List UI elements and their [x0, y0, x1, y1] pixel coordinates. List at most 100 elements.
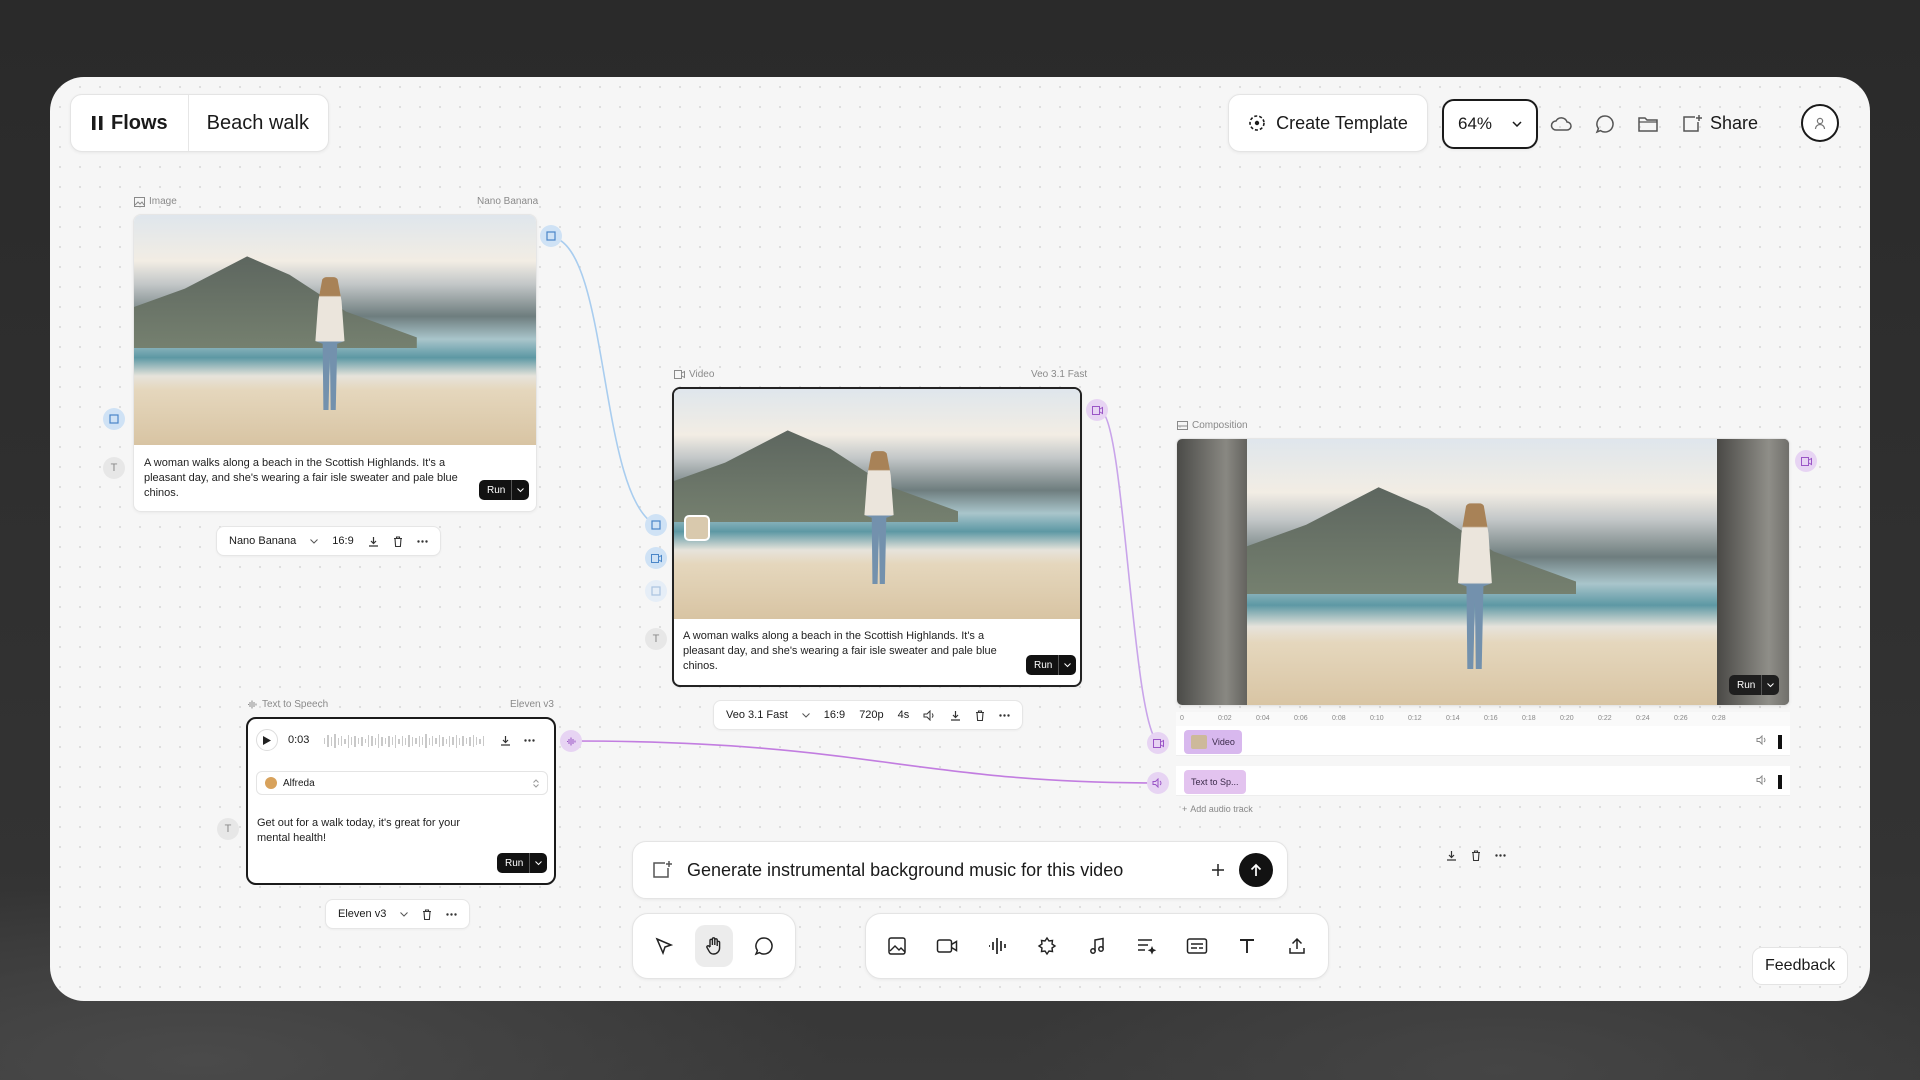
image-run-button[interactable]: Run	[479, 480, 530, 500]
video-resolution-select[interactable]: 720p	[859, 709, 883, 721]
audio-clip-label: Text to Sp...	[1191, 777, 1239, 787]
volume-icon[interactable]	[1756, 775, 1768, 785]
hand-tool[interactable]	[695, 925, 733, 967]
add-image-node[interactable]	[878, 925, 916, 967]
canvas[interactable]: Flows Beach walk Create Template 64% Sha…	[50, 77, 1870, 1001]
cursor-icon	[655, 937, 673, 955]
image-node-card[interactable]: A woman walks along a beach in the Scott…	[133, 214, 537, 512]
send-button[interactable]	[1239, 853, 1273, 887]
run-label: Run	[487, 484, 506, 496]
video-clip[interactable]: Video	[1184, 730, 1242, 754]
image-model-select[interactable]: Nano Banana	[229, 535, 296, 547]
zoom-select[interactable]: 64%	[1442, 99, 1538, 149]
audio-track[interactable]: Text to Sp...	[1176, 766, 1790, 796]
waveform-bar	[330, 736, 333, 746]
tts-text-input-port[interactable]: T	[217, 818, 239, 840]
audio-clip[interactable]: Text to Sp...	[1184, 770, 1246, 794]
image-ratio-select[interactable]: 16:9	[332, 535, 353, 547]
trash-icon[interactable]	[1471, 849, 1481, 861]
volume-icon[interactable]	[1756, 735, 1768, 745]
waveform-bar	[438, 735, 441, 747]
tts-output-port[interactable]	[560, 730, 582, 752]
video-ratio-select[interactable]: 16:9	[824, 709, 845, 721]
chevron-down-icon[interactable]	[310, 538, 319, 544]
chip-icon	[1037, 936, 1057, 956]
composition-preview[interactable]: Run	[1176, 438, 1790, 706]
reference-thumbnail[interactable]	[684, 515, 710, 541]
composition-video-input-port[interactable]	[1147, 732, 1169, 754]
video-model-select[interactable]: Veo 3.1 Fast	[726, 709, 788, 721]
more-icon[interactable]	[417, 539, 428, 543]
more-icon[interactable]	[446, 912, 458, 916]
chevron-down-icon[interactable]	[529, 853, 547, 873]
add-list-node[interactable]	[1128, 925, 1166, 967]
chevron-down-icon[interactable]	[400, 911, 409, 917]
download-icon[interactable]	[368, 536, 379, 547]
video-node-card[interactable]: A woman walks along a beach in the Scott…	[672, 387, 1082, 687]
composition-audio-input-port[interactable]	[1147, 772, 1169, 794]
more-icon[interactable]	[1495, 853, 1506, 857]
trash-icon[interactable]	[393, 535, 403, 547]
text-input-port[interactable]: T	[103, 457, 125, 479]
video-node-prompt[interactable]: A woman walks along a beach in the Scott…	[683, 629, 1023, 674]
download-icon[interactable]	[950, 710, 961, 721]
add-music-node[interactable]	[1078, 925, 1116, 967]
video-track[interactable]: Video	[1176, 726, 1790, 756]
image-output-port[interactable]	[540, 225, 562, 247]
tts-node-card[interactable]: 0:03 Alfreda Get out for a walk today, i…	[246, 717, 556, 885]
image-node-label: Image	[134, 196, 177, 207]
video-output-port[interactable]	[1086, 399, 1108, 421]
chevron-down-icon[interactable]	[1761, 675, 1779, 695]
share-button[interactable]: Share	[1710, 113, 1758, 134]
feedback-button[interactable]: Feedback	[1752, 947, 1849, 985]
play-button[interactable]	[256, 729, 278, 751]
trash-icon[interactable]	[975, 709, 985, 721]
add-text-node[interactable]	[1228, 925, 1266, 967]
video-image-input-port[interactable]	[645, 514, 667, 536]
chevron-down-icon[interactable]	[1058, 655, 1076, 675]
project-name[interactable]: Beach walk	[189, 95, 327, 151]
upload-button[interactable]	[1278, 925, 1316, 967]
trash-icon[interactable]	[422, 908, 432, 920]
avatar[interactable]	[1801, 104, 1839, 142]
video-extra-input-port[interactable]	[645, 580, 667, 602]
video-video-input-port[interactable]	[645, 547, 667, 569]
chevron-down-icon[interactable]	[801, 712, 810, 718]
comment-icon[interactable]	[1590, 106, 1620, 142]
cloud-icon[interactable]	[1546, 106, 1576, 142]
tts-model-select[interactable]: Eleven v3	[338, 908, 386, 920]
flows-home-button[interactable]: Flows	[71, 95, 189, 151]
audio-toggle-icon[interactable]	[923, 709, 936, 721]
audio-waveform[interactable]	[324, 733, 484, 749]
composition-run-button[interactable]: Run	[1729, 675, 1780, 695]
waveform-bar	[364, 739, 366, 743]
composition-toolbar	[1434, 840, 1518, 870]
add-caption-node[interactable]	[1178, 925, 1216, 967]
add-video-node[interactable]	[928, 925, 966, 967]
video-run-button[interactable]: Run	[1026, 655, 1077, 675]
video-duration-select[interactable]: 4s	[898, 709, 910, 721]
prompt-input[interactable]: Generate instrumental background music f…	[687, 860, 1197, 881]
add-audio-node[interactable]	[978, 925, 1016, 967]
download-icon[interactable]	[500, 735, 511, 746]
chevron-down-icon[interactable]	[511, 480, 529, 500]
create-template-button[interactable]: Create Template	[1228, 94, 1428, 152]
add-audio-track-button[interactable]: + Add audio track	[1182, 804, 1253, 814]
add-model-node[interactable]	[1028, 925, 1066, 967]
tts-prompt[interactable]: Get out for a walk today, it's great for…	[257, 816, 487, 846]
folder-icon[interactable]	[1633, 106, 1663, 142]
image-node-prompt[interactable]: A woman walks along a beach in the Scott…	[144, 456, 474, 501]
download-icon[interactable]	[1446, 850, 1457, 861]
plus-icon[interactable]	[1211, 863, 1225, 877]
new-chat-icon[interactable]	[1677, 106, 1707, 142]
image-input-port[interactable]	[103, 408, 125, 430]
select-tool[interactable]	[645, 925, 683, 967]
tts-run-button[interactable]: Run	[497, 853, 548, 873]
comment-tool[interactable]	[745, 925, 783, 967]
voice-select[interactable]: Alfreda	[256, 771, 548, 795]
more-icon[interactable]	[999, 713, 1010, 717]
more-icon[interactable]	[524, 739, 535, 742]
video-text-input-port[interactable]: T	[645, 628, 667, 650]
composition-output-port[interactable]	[1795, 450, 1817, 472]
timeline-ruler[interactable]: 0 0:02 0:04 0:06 0:08 0:10 0:12 0:14 0:16 0:18 0:2…	[1176, 712, 1790, 726]
